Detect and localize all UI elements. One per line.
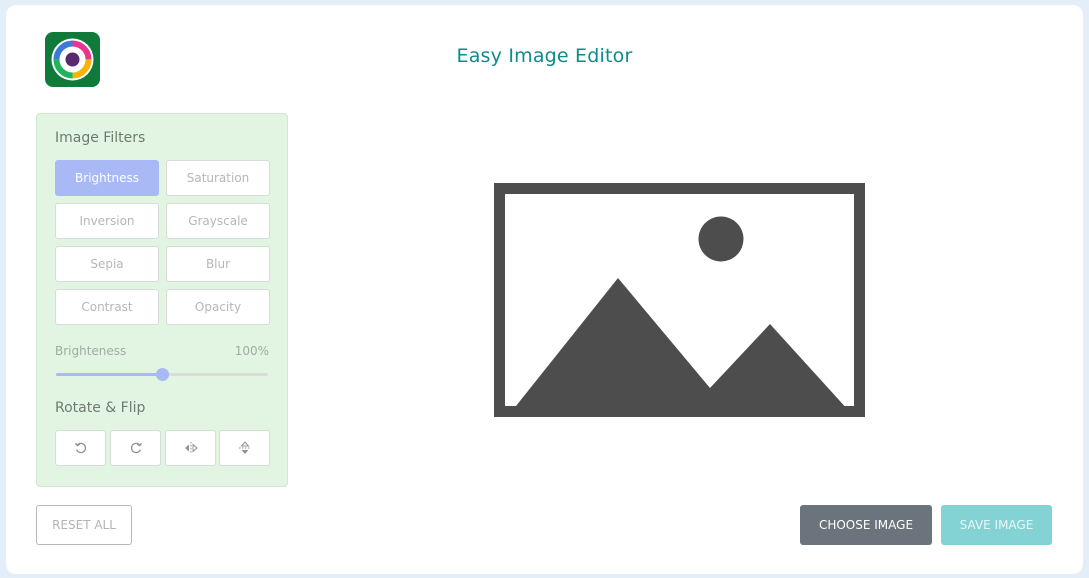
brightness-slider[interactable] — [56, 368, 268, 381]
slider-fill — [56, 373, 162, 376]
filter-sepia-button[interactable]: Sepia — [55, 246, 159, 282]
rotate-flip-heading: Rotate & Flip — [55, 400, 146, 416]
filter-contrast-button[interactable]: Contrast — [55, 289, 159, 325]
filter-blur-button[interactable]: Blur — [166, 246, 270, 282]
slider-thumb[interactable] — [156, 368, 169, 381]
flip-vertical-button[interactable] — [219, 430, 270, 466]
flip-horizontal-icon — [184, 442, 198, 454]
rotate-right-icon — [130, 442, 142, 454]
rotate-left-icon — [74, 442, 86, 454]
filter-inversion-button[interactable]: Inversion — [55, 203, 159, 239]
slider-label: Brighteness — [55, 344, 127, 358]
save-image-button[interactable]: SAVE IMAGE — [941, 505, 1052, 545]
flip-vertical-icon — [238, 441, 251, 454]
rotate-left-button[interactable] — [55, 430, 106, 466]
rotate-right-button[interactable] — [110, 430, 161, 466]
flip-horizontal-button[interactable] — [165, 430, 216, 466]
app-title: Easy Image Editor — [456, 45, 633, 67]
image-placeholder-icon — [494, 183, 865, 417]
reset-all-button[interactable]: RESET ALL — [36, 505, 132, 545]
filter-grayscale-button[interactable]: Grayscale — [166, 203, 270, 239]
image-filters-heading: Image Filters — [55, 130, 146, 146]
filter-opacity-button[interactable]: Opacity — [166, 289, 270, 325]
filter-saturation-button[interactable]: Saturation — [166, 160, 270, 196]
choose-image-button[interactable]: CHOOSE IMAGE — [800, 505, 932, 545]
slider-value: 100% — [234, 344, 269, 358]
editor-card: Easy Image Editor Image Filters Brightne… — [6, 5, 1083, 574]
image-preview — [494, 183, 865, 417]
filter-panel: Image Filters Brightness Saturation Inve… — [36, 113, 288, 487]
filter-brightness-button[interactable]: Brightness — [55, 160, 159, 196]
